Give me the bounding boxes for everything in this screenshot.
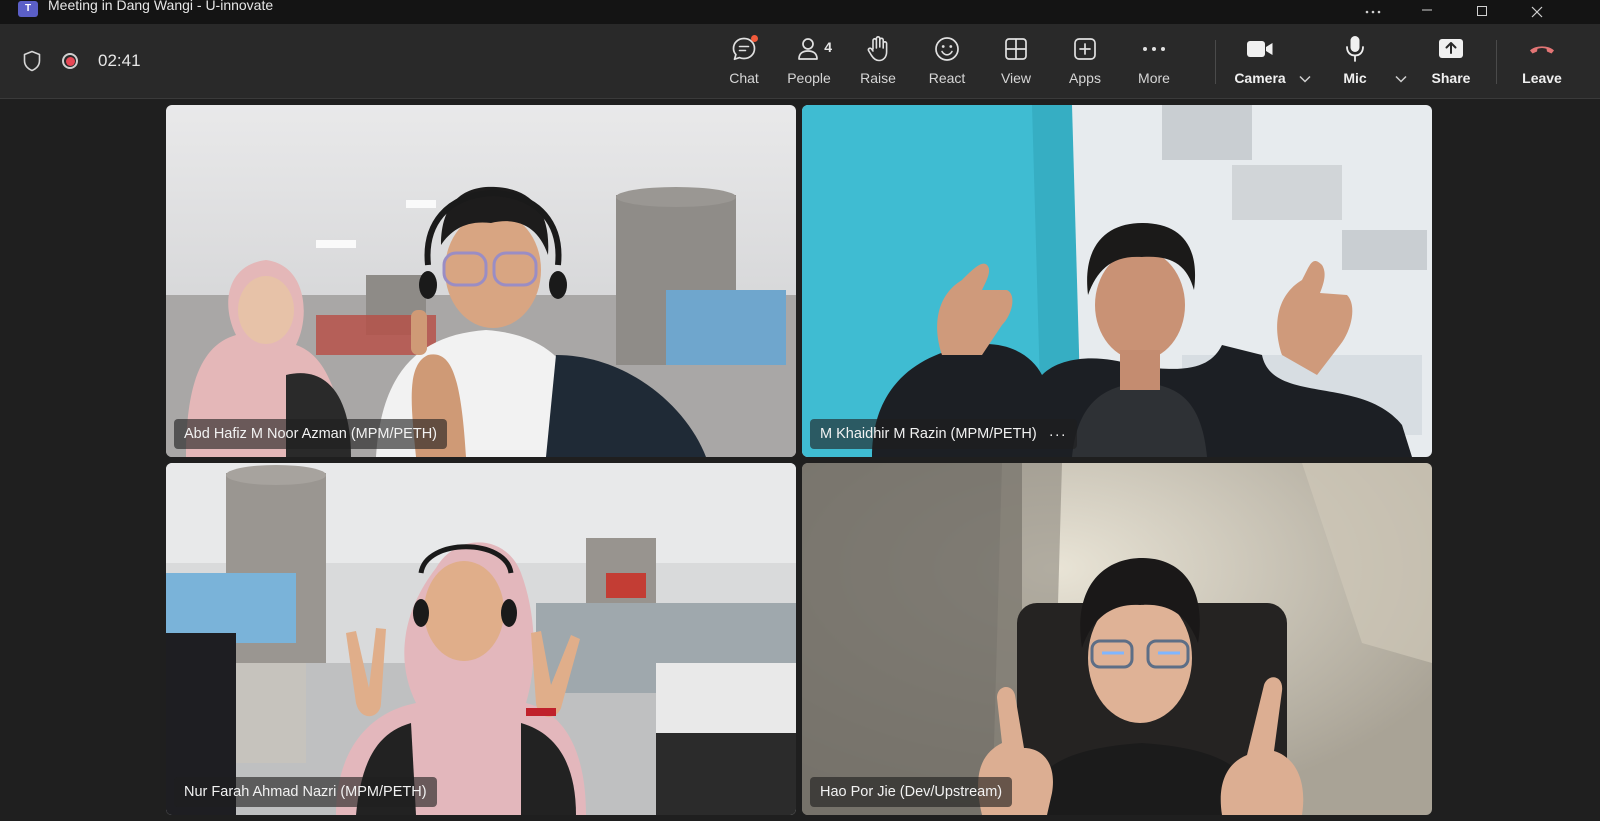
meeting-toolbar: 02:41 Chat 4 People Raise React View App… (0, 24, 1600, 99)
plus-square-icon (1070, 34, 1100, 64)
meeting-status: 02:41 (20, 24, 141, 98)
mic-label: Mic (1343, 70, 1367, 86)
minimize-icon[interactable] (1404, 0, 1450, 24)
participant-name-tag: Nur Farah Ahmad Nazri (MPM/PETH) (174, 777, 437, 807)
teams-meeting-window: T Meeting in Dang Wangi - U-innovate 02:… (0, 0, 1600, 821)
participant-video-feed (166, 105, 796, 457)
participant-video-feed (802, 105, 1432, 457)
apps-label: Apps (1069, 70, 1101, 86)
share-button[interactable]: Share (1418, 34, 1484, 92)
hand-icon (863, 34, 893, 64)
view-label: View (1000, 70, 1032, 86)
participant-name-tag: Hao Por Jie (Dev/Upstream) (810, 777, 1013, 807)
leave-button[interactable]: Leave (1509, 34, 1575, 92)
participant-name: Abd Hafiz M Noor Azman (MPM/PETH) (184, 426, 437, 442)
raise-label: Raise (860, 70, 896, 86)
chat-notification-dot (751, 35, 758, 42)
window-title: Meeting in Dang Wangi - U-innovate (48, 0, 274, 13)
hangup-icon (1527, 34, 1557, 64)
title-bar: T Meeting in Dang Wangi - U-innovate (0, 0, 1600, 24)
ellipsis-icon (1139, 34, 1169, 64)
share-icon (1436, 34, 1466, 64)
camera-label: Camera (1234, 70, 1286, 86)
maximize-icon[interactable] (1459, 0, 1505, 24)
participant-name-tag: M Khaidhir M Razin (MPM/PETH) ··· (810, 419, 1077, 449)
smiley-icon (932, 34, 962, 64)
mic-options-chevron-down-icon[interactable] (1392, 70, 1410, 88)
meeting-timer: 02:41 (98, 51, 141, 70)
chat-label: Chat (729, 70, 759, 86)
participant-video-tile[interactable]: Abd Hafiz M Noor Azman (MPM/PETH) (166, 105, 796, 457)
chat-button[interactable]: Chat (711, 34, 777, 92)
toolbar-divider (1215, 40, 1216, 84)
window-more-icon[interactable] (1350, 0, 1396, 24)
participant-name: M Khaidhir M Razin (MPM/PETH) (820, 426, 1037, 442)
teams-icon: T (18, 1, 38, 17)
share-label: Share (1431, 70, 1471, 86)
more-label: More (1138, 70, 1170, 86)
apps-button[interactable]: Apps (1052, 34, 1118, 92)
participant-more-options-icon[interactable]: ··· (1049, 426, 1067, 443)
leave-label: Leave (1522, 70, 1562, 86)
participant-video-tile[interactable]: Hao Por Jie (Dev/Upstream) (802, 463, 1432, 815)
camera-icon (1245, 34, 1275, 64)
raise-hand-button[interactable]: Raise (845, 34, 911, 92)
shield-icon[interactable] (20, 49, 44, 73)
participant-name-tag: Abd Hafiz M Noor Azman (MPM/PETH) (174, 419, 447, 449)
people-label: People (787, 70, 831, 86)
chat-icon (729, 34, 759, 64)
people-button[interactable]: 4 People (776, 34, 842, 92)
more-button[interactable]: More (1121, 34, 1187, 92)
camera-options-chevron-down-icon[interactable] (1296, 70, 1314, 88)
participant-video-feed (802, 463, 1432, 815)
participant-name: Hao Por Jie (Dev/Upstream) (820, 784, 1003, 800)
close-icon[interactable] (1514, 0, 1560, 24)
mic-button[interactable]: Mic (1322, 34, 1388, 92)
react-label: React (928, 70, 966, 86)
participant-video-feed (166, 463, 796, 815)
mic-icon (1340, 34, 1370, 64)
react-button[interactable]: React (914, 34, 980, 92)
record-icon[interactable] (58, 49, 82, 73)
people-count: 4 (824, 39, 832, 55)
grid-icon (1001, 34, 1031, 64)
participant-name: Nur Farah Ahmad Nazri (MPM/PETH) (184, 784, 427, 800)
participant-video-tile[interactable]: M Khaidhir M Razin (MPM/PETH) ··· (802, 105, 1432, 457)
view-button[interactable]: View (983, 34, 1049, 92)
people-icon: 4 (794, 34, 832, 64)
toolbar-divider (1496, 40, 1497, 84)
participant-video-tile[interactable]: Nur Farah Ahmad Nazri (MPM/PETH) (166, 463, 796, 815)
camera-button[interactable]: Camera (1227, 34, 1293, 92)
